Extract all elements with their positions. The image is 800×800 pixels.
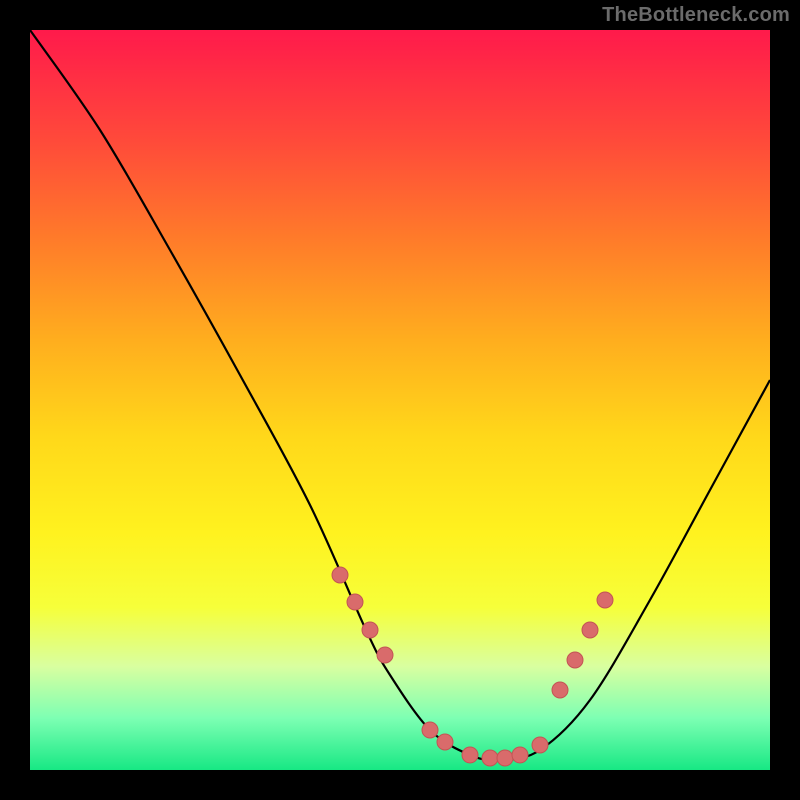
marker-dot bbox=[347, 594, 363, 610]
marker-dot bbox=[597, 592, 613, 608]
watermark-label: TheBottleneck.com bbox=[602, 4, 790, 27]
marker-dot bbox=[332, 567, 348, 583]
marker-dot bbox=[422, 722, 438, 738]
marker-dot bbox=[497, 750, 513, 766]
marker-dot bbox=[362, 622, 378, 638]
marker-dot bbox=[482, 750, 498, 766]
marker-group bbox=[332, 567, 613, 766]
marker-dot bbox=[437, 734, 453, 750]
chart-frame: TheBottleneck.com bbox=[0, 0, 800, 800]
bottleneck-curve bbox=[30, 30, 770, 760]
marker-dot bbox=[552, 682, 568, 698]
curve-svg bbox=[30, 30, 770, 770]
marker-dot bbox=[532, 737, 548, 753]
marker-dot bbox=[567, 652, 583, 668]
marker-dot bbox=[512, 747, 528, 763]
marker-dot bbox=[462, 747, 478, 763]
plot-area bbox=[30, 30, 770, 770]
marker-dot bbox=[377, 647, 393, 663]
marker-dot bbox=[582, 622, 598, 638]
